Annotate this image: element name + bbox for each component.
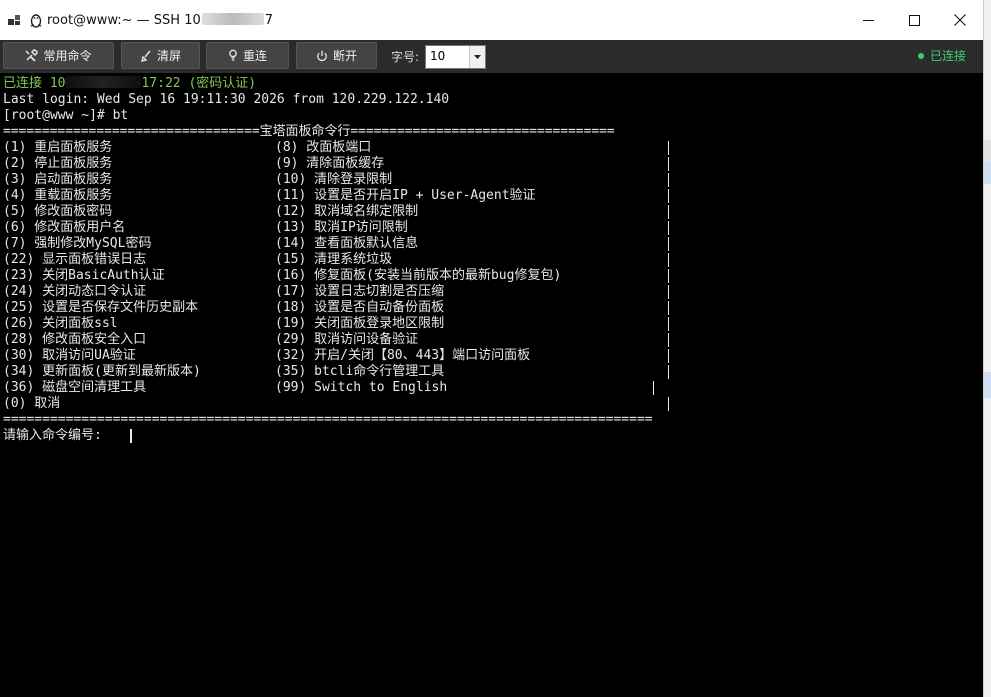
menu-border <box>668 349 669 363</box>
ssh-window: root@www:~ — SSH 10 7 常用命令 清屏 重连 断开 字号: … <box>0 0 984 697</box>
window-title: root@www:~ — SSH 10 7 <box>47 13 274 28</box>
menu-item-left: (7) 强制修改MySQL密码 <box>3 236 152 251</box>
menu-border <box>668 397 669 411</box>
menu-border <box>668 221 669 235</box>
dropdown-arrow[interactable] <box>469 46 485 68</box>
menu-border <box>668 285 669 299</box>
menu-item-right: (13) 取消IP访问限制 <box>275 220 408 235</box>
menu-border <box>668 189 669 203</box>
menu-item-left: (6) 修改面板用户名 <box>3 220 126 235</box>
redacted-ip <box>65 76 142 88</box>
menu-item-right: (15) 清理系统垃圾 <box>275 252 393 267</box>
background-window-edge <box>984 0 991 697</box>
menu-item-left: (28) 修改面板安全入口 <box>3 332 147 347</box>
common-commands-label: 常用命令 <box>43 49 92 63</box>
close-button[interactable] <box>937 0 983 40</box>
linux-penguin-icon <box>30 14 42 28</box>
menu-footer: ========================================… <box>3 412 653 427</box>
toolbar: 常用命令 清屏 重连 断开 字号: 10 已连接 <box>0 40 983 73</box>
strip-item <box>984 372 991 398</box>
menu-item-right: (16) 修复面板(安装当前版本的最新bug修复包) <box>275 268 562 283</box>
menu-item-left: (4) 重载面板服务 <box>3 188 113 203</box>
menu-item-left: (23) 关闭BasicAuth认证 <box>3 268 165 283</box>
menu-border <box>668 269 669 283</box>
disconnect-label: 断开 <box>332 49 357 63</box>
menu-item-right: (9) 清除面板缓存 <box>275 156 385 171</box>
status-dot-icon <box>917 53 924 59</box>
menu-item-right: (32) 开启/关闭【80、443】端口访问面板 <box>275 348 531 363</box>
menu-item-left: (5) 修改面板密码 <box>3 204 113 219</box>
menu-border <box>668 253 669 267</box>
tools-icon <box>25 49 39 62</box>
minimize-button[interactable] <box>845 0 891 40</box>
menu-border <box>668 205 669 219</box>
maximize-button[interactable] <box>891 0 937 40</box>
common-commands-button[interactable]: 常用命令 <box>3 42 114 69</box>
clear-screen-button[interactable]: 清屏 <box>121 42 200 69</box>
app-icon <box>8 15 20 25</box>
terminal-prompt: [root@www ~]# bt <box>3 108 129 123</box>
menu-item-right: (14) 查看面板默认信息 <box>275 236 419 251</box>
menu-item-left: (24) 关闭动态口令认证 <box>3 284 147 299</box>
connection-status-text: 已连接 <box>929 49 966 63</box>
menu-item-right: (8) 改面板端口 <box>275 140 372 155</box>
close-icon <box>954 14 966 26</box>
menu-border <box>668 333 669 347</box>
menu-border <box>668 141 669 155</box>
menu-border <box>653 381 654 395</box>
title-bar[interactable]: root@www:~ — SSH 10 7 <box>0 0 983 40</box>
menu-item-right: (10) 清除登录限制 <box>275 172 393 187</box>
menu-item-left: (1) 重启面板服务 <box>3 140 113 155</box>
menu-border <box>668 157 669 171</box>
maximize-icon <box>908 14 920 26</box>
connection-status: 已连接 <box>917 47 966 65</box>
menu-item-left: (30) 取消访问UA验证 <box>3 348 136 363</box>
menu-item-right: (29) 取消访问设备验证 <box>275 332 419 347</box>
minimize-icon <box>862 19 874 21</box>
font-size-value: 10 <box>430 49 446 63</box>
menu-item-left: (36) 磁盘空间清理工具 <box>3 380 147 395</box>
chevron-down-icon <box>474 55 481 59</box>
terminal-connected-line: 已连接 10 17:22 (密码认证) <box>3 76 257 91</box>
disconnect-button[interactable]: 断开 <box>296 42 377 69</box>
menu-item-right: (12) 取消域名绑定限制 <box>275 204 419 219</box>
broom-icon <box>141 50 151 62</box>
menu-item-left: (22) 显示面板错误日志 <box>3 252 147 267</box>
font-size-select[interactable]: 10 <box>425 45 486 69</box>
clear-screen-label: 清屏 <box>156 49 181 63</box>
menu-item-right: (18) 设置是否自动备份面板 <box>275 300 445 315</box>
reconnect-button[interactable]: 重连 <box>206 42 289 69</box>
menu-item-left: (0) 取消 <box>3 396 61 411</box>
menu-border <box>668 173 669 187</box>
terminal-cursor <box>130 429 132 443</box>
menu-border <box>668 317 669 331</box>
menu-border <box>668 301 669 315</box>
menu-item-left: (26) 关闭面板ssl <box>3 316 118 331</box>
menu-item-left: (34) 更新面板(更新到最新版本) <box>3 364 201 379</box>
menu-header: =================================宝塔面板命令行… <box>3 124 615 139</box>
menu-item-right: (19) 关闭面板登录地区限制 <box>275 316 445 331</box>
input-prompt: 请输入命令编号: <box>3 428 102 443</box>
menu-item-left: (25) 设置是否保存文件历史副本 <box>3 300 199 315</box>
menu-item-right: (35) btcli命令行管理工具 <box>275 364 445 379</box>
reconnect-label: 重连 <box>242 49 267 63</box>
menu-item-right: (17) 设置日志切割是否压缩 <box>275 284 445 299</box>
terminal-screen[interactable]: 已连接 10 17:22 (密码认证) Last login: Wed Sep 1… <box>0 73 983 697</box>
menu-border <box>668 365 669 379</box>
terminal-last-login: Last login: Wed Sep 16 19:11:30 2026 fro… <box>3 92 450 107</box>
menu-item-left: (2) 停止面板服务 <box>3 156 113 171</box>
strip-item <box>984 162 991 184</box>
bulb-icon <box>229 49 237 61</box>
menu-border <box>668 237 669 251</box>
menu-item-left: (3) 启动面板服务 <box>3 172 113 187</box>
redacted-host <box>201 13 264 25</box>
menu-item-right: (99) Switch to English <box>275 380 448 395</box>
menu-item-right: (11) 设置是否开启IP + User-Agent验证 <box>275 188 536 203</box>
strip-item <box>984 140 991 162</box>
font-size-label: 字号: <box>391 50 420 64</box>
power-icon <box>317 50 327 61</box>
